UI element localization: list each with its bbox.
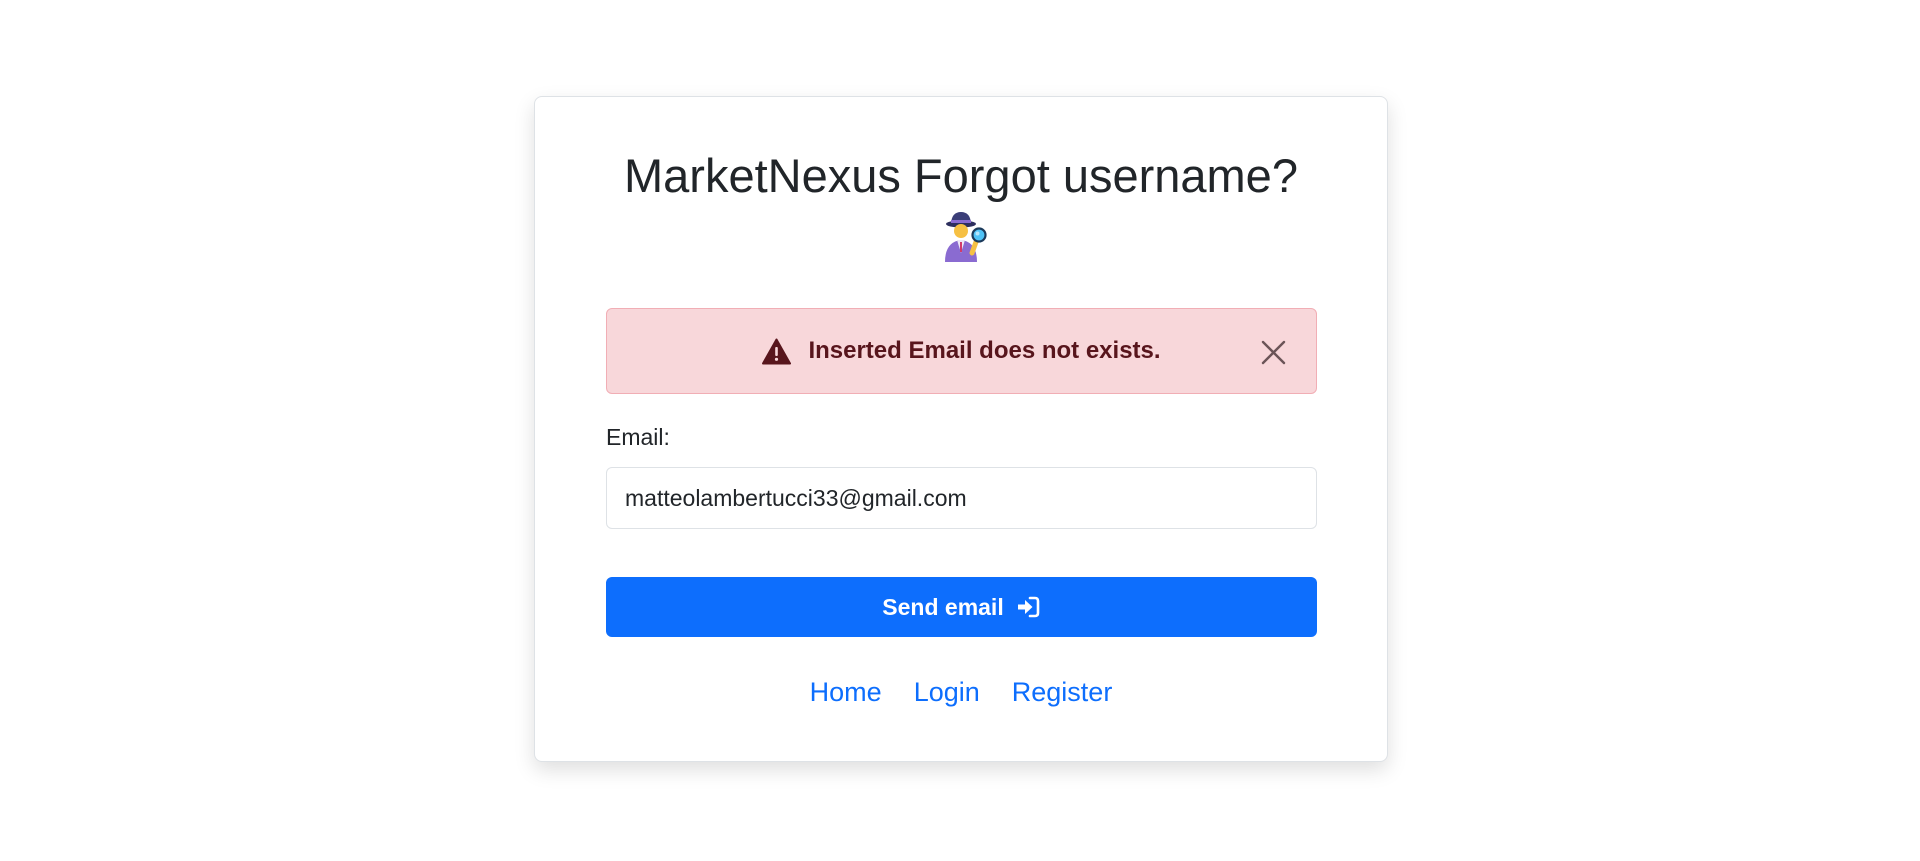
page-title: MarketNexus Forgot username? (624, 149, 1298, 202)
sign-in-arrow-icon (1017, 596, 1040, 618)
email-label: Email: (606, 424, 670, 450)
send-email-label: Send email (882, 593, 1004, 620)
email-input[interactable] (606, 467, 1317, 529)
alert-message: Inserted Email does not exists. (808, 337, 1161, 364)
forgot-username-card: MarketNexus Forgot username? Inserted Em… (534, 96, 1388, 762)
error-alert: Inserted Email does not exists. (606, 308, 1317, 394)
close-icon[interactable] (1261, 340, 1286, 365)
footer-links: Home Login Register (535, 677, 1387, 708)
woman-detective-emoji-icon (945, 212, 987, 262)
login-link[interactable]: Login (914, 677, 980, 708)
send-email-button[interactable]: Send email (606, 577, 1317, 637)
warning-triangle-icon (762, 338, 792, 364)
register-link[interactable]: Register (1012, 677, 1113, 708)
home-link[interactable]: Home (810, 677, 882, 708)
